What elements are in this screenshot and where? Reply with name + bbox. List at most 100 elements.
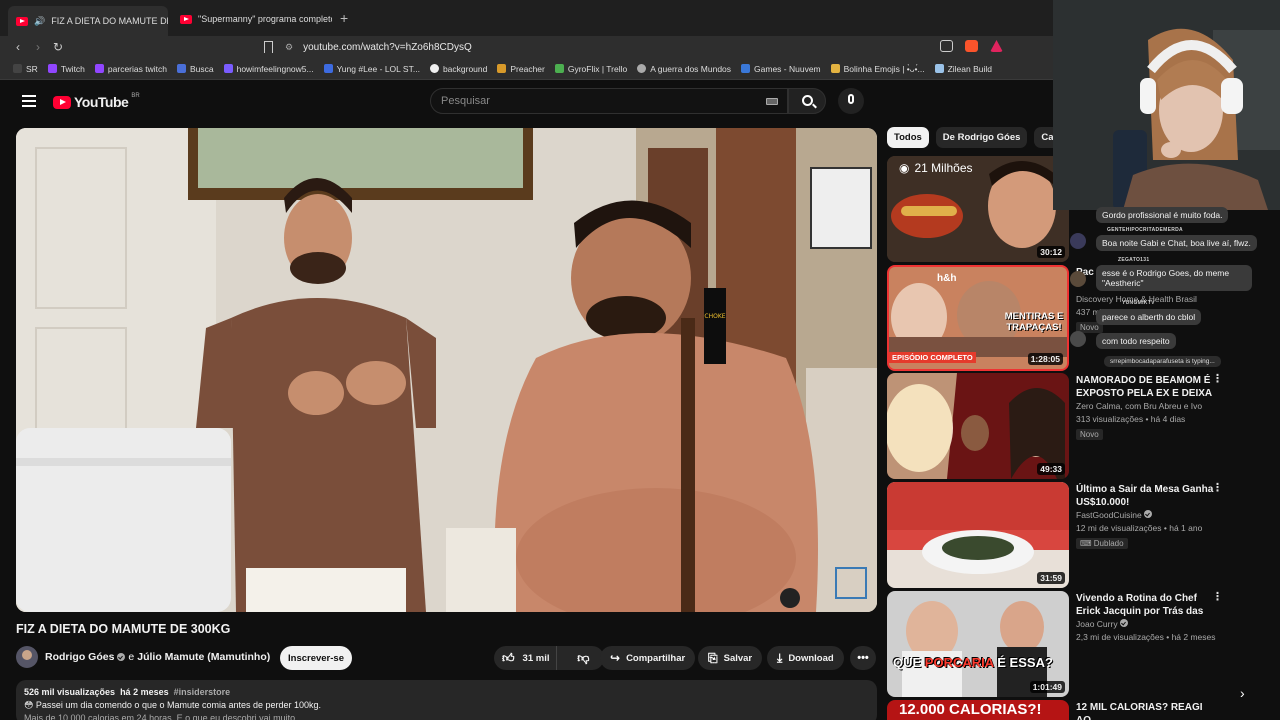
bookmark-item[interactable]: A guerra dos Mundos bbox=[637, 64, 731, 74]
bookmark-item[interactable]: Preacher bbox=[497, 64, 545, 74]
bookmark-item[interactable]: howimfeelingnow5... bbox=[223, 63, 314, 74]
download-button[interactable]: ⤓ Download bbox=[767, 646, 844, 670]
keyboard-icon[interactable] bbox=[766, 98, 778, 105]
video-title-link[interactable]: Último a Sair da Mesa Ganha US$10.000! bbox=[1076, 483, 1216, 509]
bookmark-favicon-icon bbox=[176, 64, 186, 73]
bookmark-label: Games - Nuuvem bbox=[754, 63, 821, 74]
twitch-icon bbox=[47, 64, 57, 73]
chat-username: YUNGMIKTV bbox=[1122, 300, 1155, 306]
bookmark-item[interactable]: Busca bbox=[176, 64, 214, 74]
subscribe-button[interactable]: Inscrever-se bbox=[280, 646, 352, 670]
channel-avatar[interactable] bbox=[16, 646, 38, 668]
video-thumbnail[interactable]: 49:33 bbox=[887, 373, 1069, 479]
search-button[interactable] bbox=[788, 88, 826, 114]
address-bar: ‹ › ↻ ⚙ youtube.com/watch?v=hZo6h8CDysQ bbox=[0, 36, 1053, 58]
bookmark-item[interactable]: background bbox=[429, 63, 488, 74]
download-label: Download bbox=[788, 652, 834, 664]
verified-icon bbox=[1144, 510, 1153, 518]
bookmark-item[interactable]: parcerias twitch bbox=[94, 64, 167, 74]
bookmark-item[interactable]: Bolinha Emojis | •̀ᴗ•́... bbox=[830, 64, 925, 74]
back-icon[interactable]: ‹ bbox=[8, 40, 28, 54]
video-title-link[interactable]: Vivendo a Rotina do Chef Erick Jacquin p… bbox=[1076, 592, 1216, 618]
hashtag-link[interactable]: #insiderstore bbox=[174, 686, 231, 699]
bookmark-label: howimfeelingnow5... bbox=[236, 63, 314, 74]
bookmark-favicon-icon bbox=[741, 64, 751, 73]
bookmark-item[interactable]: Yung #Lee - LOL ST... bbox=[323, 64, 420, 74]
more-actions-button[interactable]: ••• bbox=[850, 646, 876, 670]
video-description[interactable]: 526 mil visualizações há 2 meses #inside… bbox=[16, 680, 877, 720]
channel-name[interactable]: FastGoodCuisine bbox=[1076, 509, 1216, 522]
owner-row: Rodrigo Góes e Júlio Mamute (Mamutinho) … bbox=[16, 646, 877, 670]
chip-from-channel[interactable]: De Rodrigo Góes bbox=[935, 127, 1028, 148]
chip-all[interactable]: Todos bbox=[887, 127, 929, 148]
search-input[interactable]: Pesquisar bbox=[430, 88, 788, 114]
brand-logo: h&h bbox=[937, 273, 957, 284]
video-info: Último a Sair da Mesa Ganha US$10.000! F… bbox=[1076, 483, 1216, 549]
description-meta: 526 mil visualizações há 2 meses #inside… bbox=[24, 686, 869, 699]
more-options-icon[interactable]: ⋮ bbox=[1212, 483, 1223, 494]
bookmark-favicon-icon bbox=[934, 64, 944, 73]
recommended-video[interactable]: 12.000 CALORIAS?! 12 MIL CALORIAS? REAGI… bbox=[887, 700, 1247, 720]
recommended-video[interactable]: 49:33 NAMORADO DE BEAMOM É EXPOSTO PELA … bbox=[887, 373, 1247, 479]
bookmark-item[interactable]: SR bbox=[13, 64, 38, 74]
dislike-button[interactable]: 👎︎ bbox=[563, 646, 604, 670]
new-tab-icon[interactable]: + bbox=[340, 10, 348, 26]
channel-name[interactable]: Joao Curry bbox=[1076, 618, 1216, 631]
bookmark-item[interactable]: Twitch bbox=[47, 64, 85, 74]
bookmark-item[interactable]: Games - Nuuvem bbox=[741, 64, 821, 74]
bookmark-item[interactable]: Zilean Build bbox=[934, 64, 992, 74]
video-thumbnail[interactable]: h&h MENTIRAS E TRAPAÇAS! EPISÓDIO COMPLE… bbox=[887, 265, 1069, 371]
video-thumbnail[interactable]: 31:59 bbox=[887, 482, 1069, 588]
download-icon: ⤓ bbox=[777, 650, 783, 665]
streamer-webcam bbox=[1053, 0, 1280, 210]
video-player[interactable]: CHOKE bbox=[16, 128, 877, 612]
like-button[interactable]: 👍︎ 31 mil bbox=[494, 646, 557, 670]
bookmarks-bar: SR Twitch parcerias twitch Busca howimfe… bbox=[0, 58, 1053, 80]
browser-tab[interactable]: "Supermanny" programa completo - bbox=[172, 8, 332, 30]
video-thumbnail[interactable]: ◉ 21 Milhões 30:12 bbox=[887, 156, 1069, 262]
save-icon: ⎘ bbox=[708, 650, 718, 665]
browser-tab-active[interactable]: 🔊 FIZ A DIETA DO MAMUTE DE × bbox=[8, 6, 168, 36]
recommended-video[interactable]: 31:59 Último a Sair da Mesa Ganha US$10.… bbox=[887, 482, 1247, 588]
url-field[interactable]: ⚙ youtube.com/watch?v=hZo6h8CDysQ bbox=[285, 36, 472, 58]
save-label: Salvar bbox=[723, 652, 753, 664]
overlay-text: MENTIRAS E TRAPAÇAS! bbox=[1004, 311, 1064, 333]
upload-age: há 2 meses bbox=[120, 687, 169, 697]
youtube-logo[interactable]: YouTube BR bbox=[53, 93, 140, 110]
video-thumbnail[interactable]: QUE PORCARIA É ESSA? 1:01:49 bbox=[887, 591, 1069, 697]
recommended-video[interactable]: QUE PORCARIA É ESSA? 1:01:49 Vivendo a R… bbox=[887, 591, 1247, 697]
bookmark-label: Preacher bbox=[510, 63, 545, 74]
brave-shield-icon[interactable] bbox=[965, 40, 978, 52]
save-button[interactable]: ⎘ Salvar bbox=[698, 646, 763, 670]
video-title-link[interactable]: 12 MIL CALORIAS? REAGI AO bbox=[1076, 701, 1216, 720]
bookmark-icon[interactable] bbox=[264, 41, 273, 53]
rewards-icon[interactable] bbox=[990, 40, 1003, 52]
bookmark-label: GyroFlix | Trello bbox=[567, 63, 628, 74]
video-thumbnail[interactable]: 12.000 CALORIAS?! bbox=[887, 700, 1069, 720]
video-title-link[interactable]: NAMORADO DE BEAMOM É EXPOSTO PELA EX E D… bbox=[1076, 374, 1216, 400]
collaborator-link[interactable]: Júlio Mamute (Mamutinho) bbox=[137, 651, 270, 663]
forward-icon[interactable]: › bbox=[28, 40, 48, 54]
youtube-wordmark: YouTube bbox=[74, 94, 129, 110]
share-icon: ↪ bbox=[610, 651, 621, 665]
speaker-icon[interactable]: 🔊 bbox=[34, 16, 45, 27]
chat-message: Boa noite Gabi e Chat, boa live aí, flwz… bbox=[1096, 235, 1257, 251]
site-info-icon[interactable]: ⚙ bbox=[285, 42, 293, 53]
share-button[interactable]: ↪ Compartilhar bbox=[600, 646, 696, 670]
channel-name-link[interactable]: Rodrigo Góes bbox=[45, 651, 114, 663]
chevron-right-icon[interactable]: › bbox=[1240, 685, 1245, 701]
bookmark-item[interactable]: GyroFlix | Trello bbox=[554, 63, 628, 74]
voice-search-button[interactable] bbox=[838, 88, 864, 114]
dubbed-label: Dublado bbox=[1093, 539, 1124, 548]
video-info: Vivendo a Rotina do Chef Erick Jacquin p… bbox=[1076, 592, 1216, 644]
more-options-icon[interactable]: ⋮ bbox=[1212, 592, 1223, 603]
chip-calories[interactable]: Calo bbox=[1034, 127, 1053, 148]
more-options-icon[interactable]: ⋮ bbox=[1212, 374, 1223, 385]
youtube-favicon-icon bbox=[180, 14, 192, 24]
reload-icon[interactable]: ↻ bbox=[48, 40, 68, 54]
hamburger-menu-icon[interactable] bbox=[22, 95, 36, 107]
cast-icon[interactable] bbox=[940, 40, 953, 52]
view-count: 526 mil visualizações bbox=[24, 687, 116, 697]
bookmark-label: background bbox=[442, 63, 488, 74]
channel-name[interactable]: Zero Calma, com Bru Abreu e Ivo bbox=[1076, 400, 1216, 413]
